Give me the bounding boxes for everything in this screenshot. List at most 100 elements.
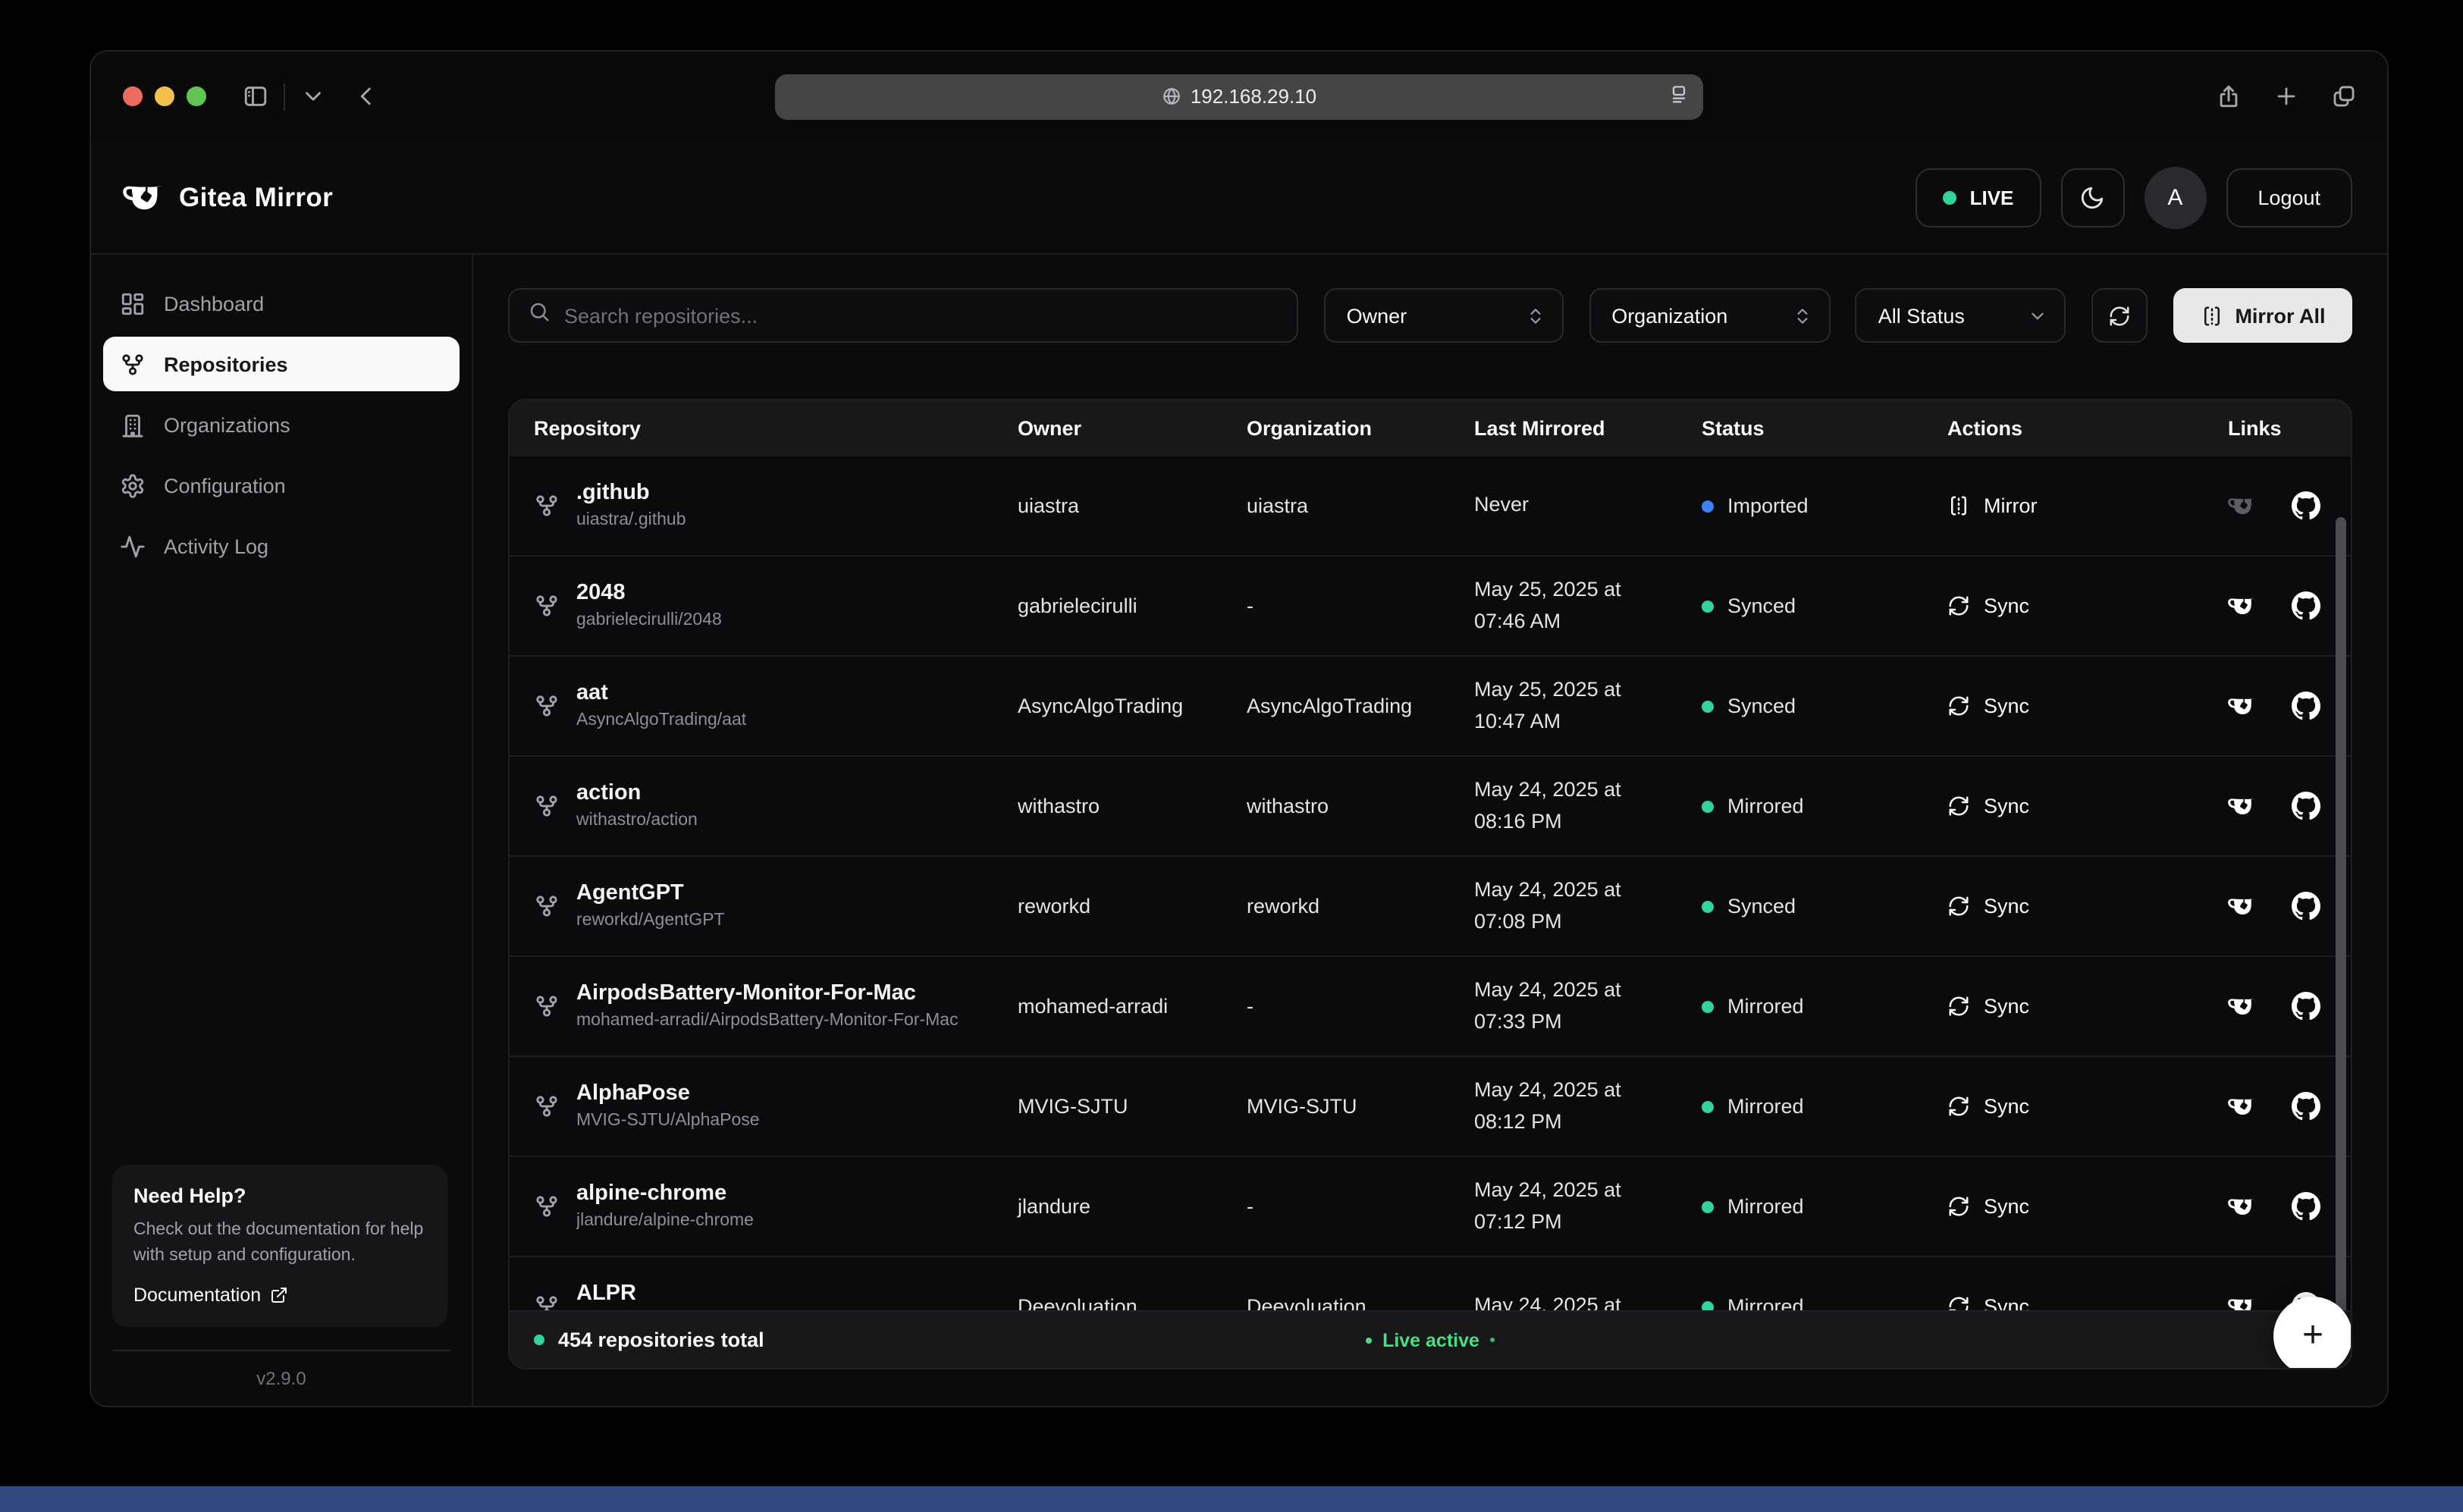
column-header-organization: Organization <box>1247 417 1474 440</box>
sync-action-button[interactable]: Sync <box>1947 594 2228 617</box>
sync-action-button[interactable]: Sync <box>1947 795 2228 817</box>
github-link[interactable] <box>2292 692 2320 720</box>
repository-name[interactable]: AlphaPose <box>576 1081 760 1108</box>
github-link[interactable] <box>2292 792 2320 820</box>
sync-action-button[interactable]: Sync <box>1947 1195 2228 1218</box>
gitea-link[interactable] <box>2228 992 2257 1021</box>
new-tab-icon[interactable] <box>2273 83 2299 109</box>
address-bar[interactable]: 192.168.29.10 <box>775 74 1703 119</box>
organization-select[interactable]: Organization <box>1589 288 1830 343</box>
logout-button[interactable]: Logout <box>2226 168 2352 227</box>
status-badge: Synced <box>1727 594 1796 617</box>
chevron-down-icon[interactable] <box>300 83 326 109</box>
links-cell <box>2228 792 2351 820</box>
close-window-button[interactable] <box>123 86 143 106</box>
repository-name[interactable]: 2048 <box>576 580 722 607</box>
sidebar-item-organizations[interactable]: Organizations <box>103 397 460 452</box>
sidebar-item-label: Dashboard <box>164 292 264 315</box>
owner-cell: reworkd <box>1018 895 1247 918</box>
table-header: RepositoryOwnerOrganizationLast Mirrored… <box>510 400 2351 456</box>
status-badge: Mirrored <box>1727 1195 1804 1218</box>
theme-toggle-button[interactable] <box>2060 168 2124 227</box>
zoom-window-button[interactable] <box>187 86 206 106</box>
help-title: Need Help? <box>133 1184 426 1206</box>
repository-path: jlandure/alpine-chrome <box>576 1208 754 1232</box>
gitea-link[interactable] <box>2228 591 2257 620</box>
column-header-owner: Owner <box>1018 417 1247 440</box>
links-cell <box>2228 1192 2351 1221</box>
repository-path: reworkd/AgentGPT <box>576 908 725 932</box>
add-repository-button[interactable]: + <box>2273 1297 2352 1369</box>
repository-name[interactable]: AgentGPT <box>576 880 725 908</box>
filters-bar: Search repositories... Owner Organizatio… <box>508 288 2352 343</box>
sync-action-button[interactable]: Sync <box>1947 995 2228 1018</box>
sync-action-button[interactable]: Sync <box>1947 695 2228 717</box>
chevron-up-down-icon <box>1792 306 1812 325</box>
repository-cell: AgentGPT reworkd/AgentGPT <box>510 880 1018 932</box>
last-mirrored-cell: May 24, 2025 at08:12 PM <box>1474 1076 1702 1137</box>
sidebar-item-repositories[interactable]: Repositories <box>103 337 460 391</box>
sidebar-toggle-icon[interactable] <box>243 83 268 109</box>
gitea-icon <box>2228 491 2257 520</box>
status-select[interactable]: All Status <box>1856 288 2066 343</box>
gitea-link[interactable] <box>2228 892 2257 921</box>
repository-name[interactable]: action <box>576 780 698 808</box>
git-fork-icon <box>534 593 560 619</box>
status-cell: Mirrored <box>1702 995 1947 1018</box>
table-scrollbar[interactable] <box>2336 517 2346 1313</box>
status-dot <box>1702 1200 1714 1212</box>
refresh-button[interactable] <box>2091 288 2148 343</box>
sync-action-button[interactable]: Sync <box>1947 1095 2228 1118</box>
github-link[interactable] <box>2292 1092 2320 1121</box>
live-status-button[interactable]: LIVE <box>1915 168 2041 227</box>
tabs-icon[interactable] <box>2331 83 2357 109</box>
github-link[interactable] <box>2292 491 2320 520</box>
documentation-link[interactable]: Documentation <box>133 1285 426 1306</box>
back-icon[interactable] <box>353 83 379 109</box>
search-input[interactable]: Search repositories... <box>508 288 1298 343</box>
gitea-link[interactable] <box>2228 1092 2257 1121</box>
repositories-total: 454 repositories total <box>534 1328 764 1351</box>
gitea-link[interactable] <box>2228 792 2257 820</box>
github-link[interactable] <box>2292 591 2320 620</box>
live-active-dot-left <box>1366 1337 1372 1343</box>
repository-name[interactable]: .github <box>576 480 686 507</box>
organization-cell: - <box>1247 995 1474 1018</box>
sidebar-item-configuration[interactable]: Configuration <box>103 458 460 513</box>
sidebar-item-dashboard[interactable]: Dashboard <box>103 276 460 331</box>
mirror-action-button[interactable]: Mirror <box>1947 494 2228 517</box>
owner-select[interactable]: Owner <box>1324 288 1564 343</box>
github-link[interactable] <box>2292 992 2320 1021</box>
github-link[interactable] <box>2292 1192 2320 1221</box>
gitea-link[interactable] <box>2228 692 2257 720</box>
repository-name[interactable]: AirpodsBattery-Monitor-For-Mac <box>576 980 959 1008</box>
share-icon[interactable] <box>2216 83 2242 109</box>
gitea-link[interactable] <box>2228 491 2257 520</box>
repository-meta: .github uiastra/.github <box>576 480 686 532</box>
status-dot <box>1702 1100 1714 1112</box>
links-cell <box>2228 591 2351 620</box>
sync-action-button[interactable]: Sync <box>1947 895 2228 918</box>
repository-name[interactable]: ALPR <box>576 1281 729 1308</box>
gitea-link[interactable] <box>2228 1192 2257 1221</box>
links-cell <box>2228 992 2351 1021</box>
repository-name[interactable]: aat <box>576 680 746 707</box>
gitea-icon <box>2228 992 2257 1021</box>
gitea-icon <box>2228 692 2257 720</box>
status-dot <box>1702 600 1714 612</box>
git-fork-icon <box>534 1093 560 1119</box>
repository-name[interactable]: alpine-chrome <box>576 1181 754 1208</box>
mirror-icon <box>1947 494 1970 517</box>
reader-icon[interactable] <box>1668 83 1690 109</box>
mirror-all-button[interactable]: Mirror All <box>2173 288 2352 343</box>
sidebar-item-label: Organizations <box>164 413 290 436</box>
github-link[interactable] <box>2292 892 2320 921</box>
avatar[interactable]: A <box>2144 166 2206 228</box>
action-label: Sync <box>1984 594 2029 617</box>
minimize-window-button[interactable] <box>155 86 174 106</box>
app-version: v2.9.0 <box>91 1351 472 1407</box>
sync-icon <box>1947 1095 1970 1118</box>
sidebar-item-activity-log[interactable]: Activity Log <box>103 519 460 573</box>
status-cell: Mirrored <box>1702 795 1947 817</box>
search-icon <box>528 300 551 331</box>
